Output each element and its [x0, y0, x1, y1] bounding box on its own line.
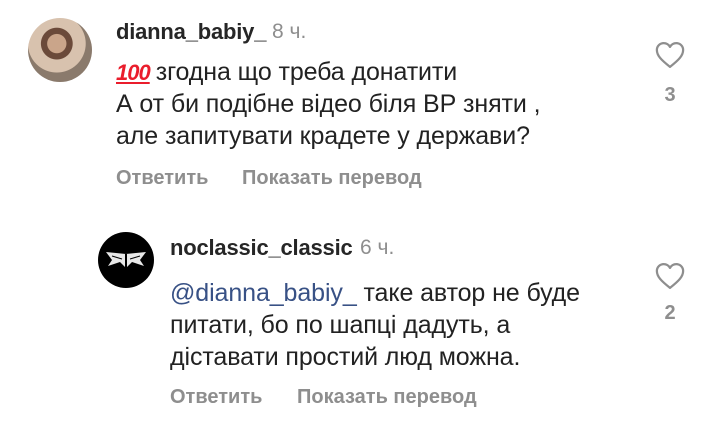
comment-time: 8 ч. [272, 20, 307, 43]
comment-text-line: таке автор не буде [356, 279, 580, 307]
heart-icon[interactable] [655, 41, 685, 69]
comment-username[interactable]: noclassic_classic [170, 235, 353, 261]
translate-button[interactable]: Показать перевод [297, 386, 477, 409]
moth-logo-icon [106, 252, 146, 270]
comments-page: dianna_babiy_ 8 ч. 100 згодна що треба до… [0, 0, 720, 427]
like-count: 3 [664, 84, 676, 106]
comment-text-line: питати, бо по шапці дадуть, а [170, 311, 511, 339]
hundred-points-emoji-icon: 100 [116, 60, 151, 85]
mention-link[interactable]: @dianna_babiy_ [170, 279, 357, 307]
comment-text-line: діставати простий люд можна. [170, 343, 521, 371]
comment-text-line: згодна що треба донатити [155, 58, 458, 86]
comment-text-line: А от би подібне відео біля ВР зняти , [116, 90, 541, 118]
comment-text: @dianna_babiy_ таке автор не буде [170, 277, 580, 309]
heart-icon[interactable] [655, 262, 685, 290]
comment-text-line: але запитувати крадете у держави? [116, 122, 530, 150]
avatar[interactable] [28, 18, 92, 82]
avatar[interactable] [98, 232, 154, 288]
comment-time: 6 ч. [360, 236, 395, 259]
reply-button[interactable]: Ответить [170, 386, 262, 409]
translate-button[interactable]: Показать перевод [242, 167, 422, 190]
reply-button[interactable]: Ответить [116, 167, 208, 190]
like-count: 2 [664, 302, 676, 324]
comment-text: 100 згодна що треба донатити [116, 56, 457, 89]
comment-username[interactable]: dianna_babiy_ [116, 19, 266, 45]
